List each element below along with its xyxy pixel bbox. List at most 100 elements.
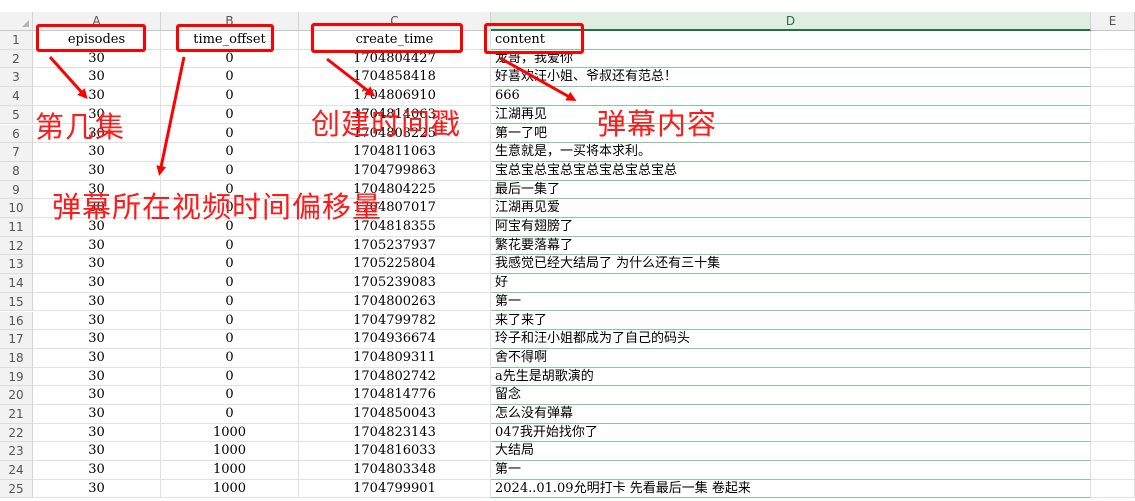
cell-content[interactable]: 好喜欢汪小姐、爷叔还有范总！ (491, 68, 1091, 88)
cell-time-offset[interactable]: 0 (161, 143, 299, 162)
cell-create-time[interactable]: 1704799901 (299, 479, 491, 499)
cell-episodes[interactable]: 30 (33, 348, 161, 368)
cell-e[interactable] (1091, 479, 1135, 499)
select-all-corner[interactable] (0, 12, 33, 31)
cell-e[interactable] (1091, 218, 1135, 237)
cell-time-offset[interactable]: 1000 (161, 423, 299, 443)
cell-episodes[interactable]: 30 (33, 236, 161, 256)
cell-time-offset[interactable]: 1000 (161, 461, 299, 480)
cell-time-offset[interactable]: 0 (161, 274, 299, 293)
cell-episodes[interactable]: 30 (33, 386, 161, 405)
row-header[interactable]: 21 (0, 405, 33, 424)
cell-time-offset[interactable]: 0 (161, 405, 299, 424)
cell-time-offset[interactable]: 0 (161, 236, 299, 256)
cell-episodes[interactable]: 30 (33, 292, 161, 312)
cell-e[interactable] (1091, 236, 1135, 256)
cell-create-time[interactable]: 1704809311 (299, 348, 491, 368)
cell-e[interactable] (1091, 367, 1135, 387)
cell-create-time[interactable]: 1704814776 (299, 386, 491, 405)
cell-e[interactable] (1091, 386, 1135, 405)
cell-content[interactable]: 玲子和汪小姐都成为了自己的码头 (491, 330, 1091, 349)
row-header[interactable]: 22 (0, 423, 33, 443)
cell-content[interactable]: 047我开始找你了 (491, 423, 1091, 443)
cell-episodes[interactable]: 30 (33, 143, 161, 162)
row-header[interactable]: 10 (0, 199, 33, 218)
cell-content[interactable]: 繁花要落幕了 (491, 236, 1091, 256)
cell-e[interactable] (1091, 87, 1135, 106)
cell-time-offset[interactable]: 0 (161, 124, 299, 144)
cell-episodes[interactable]: 30 (33, 442, 161, 462)
row-header[interactable]: 18 (0, 348, 33, 368)
cell-content[interactable]: 第一 (491, 461, 1091, 480)
cell-time-offset[interactable]: 0 (161, 367, 299, 387)
row-header[interactable]: 24 (0, 461, 33, 480)
cell-episodes[interactable]: 30 (33, 161, 161, 181)
cell-episodes[interactable]: 30 (33, 255, 161, 275)
cell-e[interactable] (1091, 105, 1135, 125)
cell-episodes[interactable]: 30 (33, 68, 161, 88)
cell-episodes[interactable]: 30 (33, 49, 161, 69)
row-header[interactable]: 12 (0, 236, 33, 256)
cell-content[interactable]: 最后一集了 (491, 180, 1091, 200)
cell-e[interactable] (1091, 255, 1135, 275)
row-header[interactable]: 25 (0, 479, 33, 499)
cell-e[interactable] (1091, 423, 1135, 443)
cell-content[interactable]: 2024..01.09允明打卡 先看最后一集 卷起来 (491, 479, 1091, 499)
cell-time-offset[interactable]: 0 (161, 161, 299, 181)
cell-content[interactable]: 我感觉已经大结局了 为什么还有三十集 (491, 255, 1091, 275)
row-header[interactable]: 20 (0, 386, 33, 405)
cell-content[interactable]: 留念 (491, 386, 1091, 405)
cell-e[interactable] (1091, 405, 1135, 424)
cell-time-offset[interactable]: 0 (161, 330, 299, 349)
cell-create-time[interactable]: 1704806910 (299, 87, 491, 106)
cell-e[interactable] (1091, 311, 1135, 331)
cell-time-offset[interactable]: 0 (161, 386, 299, 405)
cell-create-time[interactable]: 1705237937 (299, 236, 491, 256)
row-header[interactable]: 6 (0, 124, 33, 144)
cell-episodes[interactable]: 30 (33, 367, 161, 387)
row-header[interactable]: 13 (0, 255, 33, 275)
cell-create-time[interactable]: 1704799863 (299, 161, 491, 181)
cell-e[interactable] (1091, 292, 1135, 312)
cell-create-time[interactable]: 1704823143 (299, 423, 491, 443)
row-header[interactable]: 15 (0, 292, 33, 312)
cell-content[interactable]: 阿宝有翅膀了 (491, 218, 1091, 237)
cell-time-offset[interactable]: 0 (161, 49, 299, 69)
cell-episodes[interactable]: 30 (33, 87, 161, 106)
cell-content[interactable]: a先生是胡歌演的 (491, 367, 1091, 387)
cell-time-offset[interactable]: 0 (161, 87, 299, 106)
cell-content[interactable]: 江湖再见爱 (491, 199, 1091, 218)
cell-e[interactable] (1091, 199, 1135, 218)
cell-e[interactable] (1091, 330, 1135, 349)
cell-e[interactable] (1091, 348, 1135, 368)
cell-e[interactable] (1091, 68, 1135, 88)
cell-episodes[interactable]: 30 (33, 405, 161, 424)
cell-content[interactable]: 生意就是，一买将本求利。 (491, 143, 1091, 162)
cell-e[interactable] (1091, 442, 1135, 462)
cell-e[interactable] (1091, 124, 1135, 144)
cell-e[interactable] (1091, 461, 1135, 480)
cell-time-offset[interactable]: 0 (161, 105, 299, 125)
cell-create-time[interactable]: 1704811063 (299, 143, 491, 162)
cell-episodes[interactable]: 30 (33, 423, 161, 443)
cell-content[interactable]: 666 (491, 87, 1091, 106)
cell-create-time[interactable]: 1704799782 (299, 311, 491, 331)
cell-content[interactable]: 第一了吧 (491, 124, 1091, 144)
row-header[interactable]: 3 (0, 68, 33, 88)
cell-episodes[interactable]: 30 (33, 479, 161, 499)
cell-content[interactable]: 江湖再见 (491, 105, 1091, 125)
cell-time-offset[interactable]: 0 (161, 311, 299, 331)
row-header[interactable]: 16 (0, 311, 33, 331)
cell-episodes[interactable]: 30 (33, 311, 161, 331)
cell-e[interactable] (1091, 143, 1135, 162)
row-header[interactable]: 14 (0, 274, 33, 293)
row-header[interactable]: 2 (0, 49, 33, 69)
cell-time-offset[interactable]: 0 (161, 68, 299, 88)
cell-content[interactable]: 舍不得啊 (491, 348, 1091, 368)
cell-e[interactable] (1091, 161, 1135, 181)
cell-create-time[interactable]: 1704858418 (299, 68, 491, 88)
row-header[interactable]: 9 (0, 180, 33, 200)
row-header[interactable]: 4 (0, 87, 33, 106)
row-header[interactable]: 7 (0, 143, 33, 162)
cell-content[interactable]: 怎么没有弹幕 (491, 405, 1091, 424)
